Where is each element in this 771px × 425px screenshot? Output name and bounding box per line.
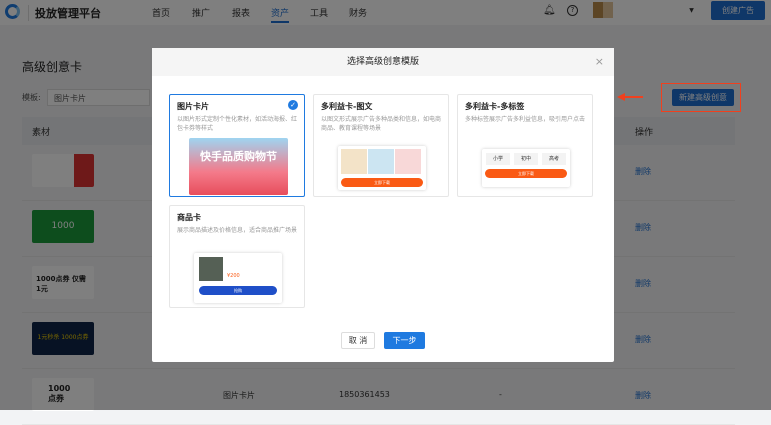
card-preview: 小学 初中 高考 立即下载: [482, 149, 570, 187]
download-button-preview: 立即下载: [341, 178, 423, 187]
card-desc: 多种标签展示广告多利益信息，吸引用户点击: [465, 116, 586, 123]
tag: 初中: [514, 153, 538, 165]
next-step-button[interactable]: 下一步: [384, 332, 425, 349]
close-icon[interactable]: ×: [595, 48, 604, 76]
card-preview: ¥200 抢购: [194, 253, 282, 303]
modal-title: 选择高级创意模版: [346, 57, 419, 67]
tag: 小学: [486, 153, 510, 165]
card-desc: 以图片形式定制个性化素材，如活动海报、红包卡券等样式: [177, 116, 298, 132]
product-image: [199, 257, 223, 281]
template-card-product[interactable]: 商品卡 展示商品描述及价格信息，适合商品推广场景 ¥200 抢购: [169, 205, 305, 308]
card-title: 商品卡: [177, 213, 201, 222]
card-title: 多利益卡-图文: [321, 102, 373, 111]
modal-header: 选择高级创意模版 ×: [152, 48, 614, 76]
card-preview: 快手品质购物节: [189, 138, 288, 195]
template-card-image[interactable]: 图片卡片 以图片形式定制个性化素材，如活动海报、红包卡券等样式 ✓ 快手品质购物…: [169, 94, 305, 197]
tag: 高考: [542, 153, 566, 165]
price: ¥200: [227, 273, 240, 279]
download-button-preview: 立即下载: [485, 169, 567, 178]
card-preview: 立即下载: [338, 146, 426, 190]
card-title: 多利益卡-多标签: [465, 102, 525, 111]
check-icon: ✓: [288, 100, 298, 110]
cancel-button[interactable]: 取 消: [341, 332, 375, 349]
buy-button-preview: 抢购: [199, 286, 277, 295]
template-card-multi-benefit-image-text[interactable]: 多利益卡-图文 以图文形式展示广告多种品类和信息，如电商商品、教育课程等场景 立…: [313, 94, 449, 197]
annotation-arrow-icon: [617, 93, 643, 101]
card-desc: 以图文形式展示广告多种品类和信息，如电商商品、教育课程等场景: [321, 116, 442, 132]
card-title: 图片卡片: [177, 102, 209, 111]
card-desc: 展示商品描述及价格信息，适合商品推广场景: [177, 227, 298, 234]
annotation-highlight-box: [661, 83, 741, 112]
template-select-modal: 选择高级创意模版 × 图片卡片 以图片形式定制个性化素材，如活动海报、红包卡券等…: [152, 48, 614, 362]
template-card-multi-benefit-tags[interactable]: 多利益卡-多标签 多种标签展示广告多利益信息，吸引用户点击 小学 初中 高考 立…: [457, 94, 593, 197]
